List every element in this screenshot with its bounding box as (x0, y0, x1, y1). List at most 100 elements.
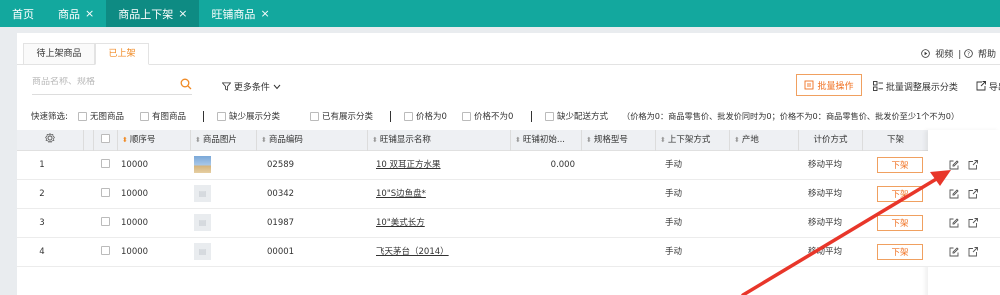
row-index: 1 (39, 160, 45, 170)
row-checkbox[interactable] (100, 217, 110, 226)
select-all-checkbox[interactable] (101, 134, 110, 143)
column-settings[interactable] (17, 130, 83, 151)
row-checkbox[interactable] (100, 159, 110, 168)
delist-button[interactable]: 下架 (877, 244, 923, 260)
filter-missing-delivery[interactable]: 缺少配送方式 (545, 110, 608, 122)
filter-has-category[interactable]: 已有展示分类 (310, 110, 373, 122)
delist-button[interactable]: 下架 (877, 215, 923, 231)
gear-icon[interactable] (45, 133, 55, 143)
sort-icon[interactable]: ⬍ (261, 136, 267, 144)
column-code[interactable]: ⬍ 商品编码 (256, 130, 367, 151)
checkbox[interactable] (310, 111, 319, 121)
close-icon[interactable]: × (260, 7, 269, 20)
sort-icon[interactable]: ⬍ (660, 136, 666, 144)
search-input[interactable] (32, 77, 172, 87)
tab-product-listing[interactable]: 商品上下架 × (106, 0, 200, 27)
header-label: 下架 (886, 135, 904, 145)
sort-icon[interactable]: ⬍ (586, 136, 592, 144)
video-link[interactable]: 视频 (935, 50, 953, 60)
tab-products[interactable]: 商品 × (46, 0, 106, 27)
play-icon[interactable] (921, 49, 931, 58)
search-icon[interactable] (180, 78, 192, 90)
filter-price-nonzero[interactable]: 价格不为0 (462, 110, 513, 122)
column-select[interactable] (93, 130, 117, 151)
edit-icon[interactable] (949, 218, 959, 228)
row-name-link[interactable]: 10"美式长方 (376, 218, 425, 228)
batch-adjust-category-button[interactable]: 批量调整展示分类 (873, 80, 958, 93)
column-model[interactable]: ⬍ 规格型号 (581, 130, 655, 151)
image-placeholder-icon[interactable]: ▤ (194, 214, 211, 231)
checkbox[interactable] (545, 111, 554, 121)
help-link[interactable]: 帮助 (978, 50, 996, 60)
checkbox[interactable] (404, 111, 413, 121)
sort-icon[interactable]: ⬍ (195, 136, 201, 144)
filter-missing-category[interactable]: 缺少展示分类 (217, 110, 280, 122)
filter-price-zero[interactable]: 价格为0 (404, 110, 447, 122)
tab-home[interactable]: 首页 (0, 0, 46, 27)
sort-icon[interactable]: ⬍ (372, 136, 378, 144)
row-checkbox[interactable] (100, 246, 110, 255)
table-row: 3 10000 ▤ 01987 10"美式长方 手动 移动平均 下架 (17, 209, 1000, 238)
checkbox[interactable] (140, 111, 149, 121)
column-sequence[interactable]: ⬍ 顺序号 (117, 130, 190, 151)
batch-operation-button[interactable]: 批量操作 (796, 74, 862, 96)
external-link-icon[interactable] (968, 189, 978, 199)
table-row: 2 10000 ▤ 00342 10"S边鱼盘* 手动 移动平均 下架 (17, 180, 1000, 209)
edit-icon[interactable] (949, 160, 959, 170)
divider (531, 111, 532, 122)
row-name-cell: 10"美式长方 (372, 209, 508, 237)
subtab-pending[interactable]: 待上架商品 (23, 43, 95, 65)
row-checkbox-cell (93, 238, 117, 266)
subtab-listed[interactable]: 已上架 (95, 43, 149, 65)
edit-icon[interactable] (949, 247, 959, 257)
row-index: 4 (39, 247, 45, 257)
tab-label: 首页 (12, 7, 34, 21)
row-name-cell: 10 双耳正方水果 (372, 151, 508, 179)
tab-shop-products[interactable]: 旺铺商品 × (199, 0, 281, 27)
column-origin[interactable]: ⬍ 产地 (729, 130, 798, 151)
row-name-link[interactable]: 10"S边鱼盘* (376, 189, 426, 199)
row-checkbox[interactable] (100, 188, 110, 197)
placeholder-glyph: ▤ (198, 218, 207, 227)
row-name-link[interactable]: 10 双耳正方水果 (376, 160, 441, 170)
checkbox[interactable] (462, 111, 471, 121)
sort-icon[interactable]: ⬍ (515, 136, 521, 144)
image-placeholder-icon[interactable]: ▤ (194, 185, 211, 202)
column-listing-method[interactable]: ⬍ 上下架方式 (655, 130, 729, 151)
close-icon[interactable]: × (85, 7, 94, 20)
column-display-name[interactable]: ⬍ 旺铺显示名称 (367, 130, 510, 151)
filter-label: 已有展示分类 (322, 112, 374, 122)
help-links: 视频 | ? 帮助 (921, 47, 996, 60)
help-icon[interactable]: ? (964, 49, 973, 58)
row-ops (949, 180, 978, 208)
product-thumbnail[interactable] (194, 156, 211, 173)
checkbox[interactable] (217, 111, 226, 121)
close-icon[interactable]: × (178, 7, 187, 20)
sort-icon[interactable]: ⬍ (122, 136, 128, 144)
divider: | (958, 50, 962, 60)
image-placeholder-icon[interactable]: ▤ (194, 243, 211, 260)
delist-button[interactable]: 下架 (877, 186, 923, 202)
filter-has-image[interactable]: 有图商品 (140, 110, 186, 122)
more-filters-button[interactable]: 更多条件 (221, 80, 281, 93)
row-name-cell: 10"S边鱼盘* (372, 180, 508, 208)
edit-icon[interactable] (949, 189, 959, 199)
external-link-icon[interactable] (968, 247, 978, 257)
column-image[interactable]: ⬍ 商品图片 (190, 130, 256, 151)
export-button[interactable]: 导出 (976, 80, 1000, 93)
column-index (83, 130, 93, 151)
row-name-link[interactable]: 飞天茅台（2014） (376, 247, 449, 257)
external-link-icon[interactable] (968, 218, 978, 228)
sort-icon[interactable]: ⬍ (734, 136, 740, 144)
external-link-icon[interactable] (968, 160, 978, 170)
row-method: 手动 (665, 247, 683, 257)
row-sequence: 10000 (121, 218, 149, 228)
filter-no-image[interactable]: 无图商品 (78, 110, 124, 122)
delist-button[interactable]: 下架 (877, 157, 923, 173)
row-checkbox-cell (93, 209, 117, 237)
filter-icon (221, 82, 232, 91)
column-initial[interactable]: ⬍ 旺铺初始... (510, 130, 581, 151)
header-label: 产地 (741, 135, 759, 145)
row-initial: 0.000 (550, 160, 575, 170)
checkbox[interactable] (78, 111, 87, 121)
